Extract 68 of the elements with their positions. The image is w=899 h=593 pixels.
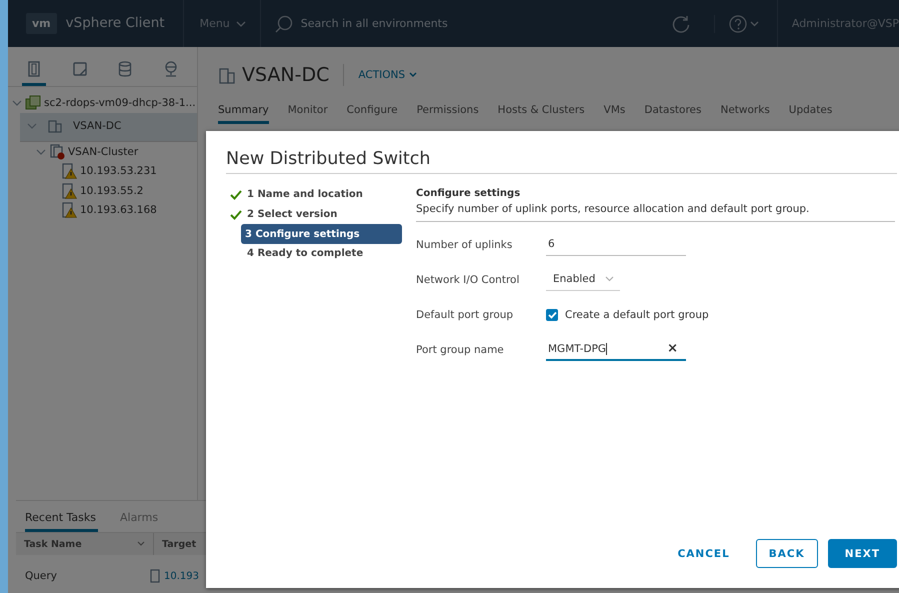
tab[interactable]: Datastores [644, 101, 702, 124]
host-warning-icon [61, 202, 77, 218]
wizard-step[interactable]: 4 Ready to complete [230, 244, 402, 264]
table-cell-text: Query [24, 570, 58, 582]
section-title: Configure settings [416, 187, 522, 199]
building-icon [47, 118, 63, 134]
logo: vm [26, 13, 57, 34]
field-label: Default port group [416, 308, 514, 320]
back-button[interactable]: BACK [756, 539, 818, 568]
host-warning-icon [61, 182, 77, 199]
database-icon [117, 61, 134, 77]
tab[interactable]: Permissions [416, 101, 479, 124]
check-icon [548, 310, 556, 318]
column-header[interactable]: Task Name [16, 533, 154, 555]
chevron-down-icon [27, 121, 37, 132]
section-description: Specify number of uplink ports, resource allocation and default port group. [416, 199, 895, 222]
object-title: VSAN-DC [242, 64, 330, 86]
dialog-title: New Distributed Switch [226, 149, 897, 174]
wizard-step[interactable]: 2 Select version [230, 204, 402, 224]
chevron-down-icon [36, 146, 46, 157]
tree-item[interactable]: 10.193.63.168 [44, 200, 197, 220]
wizard-step[interactable]: 1 Name and location [230, 185, 402, 205]
vcenter-icon [25, 94, 41, 111]
globe-icon [162, 61, 179, 77]
dropdown[interactable]: Enabled [546, 268, 620, 290]
chevron-down-icon [12, 98, 22, 108]
help-icon[interactable] [714, 14, 761, 32]
input-field[interactable]: MGMT-DPG × [546, 338, 686, 360]
server-icon [150, 569, 160, 583]
vm-icon [72, 61, 88, 77]
chevron-icon [236, 20, 246, 26]
tab[interactable]: Networks [720, 101, 770, 124]
tab[interactable]: Alarms [120, 509, 160, 532]
tab[interactable]: Summary [218, 101, 269, 124]
tab[interactable]: VMs [604, 101, 626, 124]
table-cell[interactable]: 10.193 [146, 569, 199, 583]
search-icon [274, 14, 293, 32]
column-header[interactable]: Target [154, 533, 204, 555]
check-icon [230, 190, 242, 200]
field-label: Number of uplinks [416, 238, 514, 250]
tree-item[interactable]: 10.193.55.2 [44, 181, 197, 200]
input-field[interactable]: 6 [546, 234, 686, 256]
check-icon [230, 210, 242, 220]
hosts-icon [26, 61, 42, 77]
actions-button[interactable]: ACTIONS [358, 69, 417, 81]
cancel-button[interactable]: CANCEL [666, 539, 742, 568]
search-field[interactable]: Search in all environments [298, 16, 563, 31]
chevron-icon [409, 72, 417, 78]
tree-item[interactable]: VSAN-DC [20, 112, 197, 142]
tree-item[interactable]: VSAN-Cluster [32, 142, 197, 162]
refresh-icon[interactable] [672, 14, 690, 32]
tree-item[interactable]: 10.193.53.231 [44, 162, 197, 181]
tab[interactable]: Configure [346, 101, 398, 124]
tab[interactable]: Hosts & Clusters [498, 101, 585, 124]
wizard-step[interactable]: 3 Configure settings [241, 224, 402, 244]
chevron-icon [605, 276, 614, 282]
cluster-error-icon [49, 144, 65, 160]
tree-item[interactable]: sc2-rdops-vm09-dhcp-38-1... [8, 93, 197, 112]
field-label: Network I/O Control [416, 274, 520, 286]
chevron-icon [137, 541, 145, 547]
checkbox[interactable] [546, 308, 558, 320]
tab[interactable]: Updates [788, 101, 832, 124]
next-button[interactable]: NEXT [828, 539, 897, 568]
tab[interactable]: Monitor [288, 101, 328, 124]
checkbox-label[interactable]: Create a default port group [565, 308, 709, 320]
field-label: Port group name [416, 344, 505, 356]
building-icon [218, 66, 236, 84]
host-warning-icon [61, 163, 77, 180]
